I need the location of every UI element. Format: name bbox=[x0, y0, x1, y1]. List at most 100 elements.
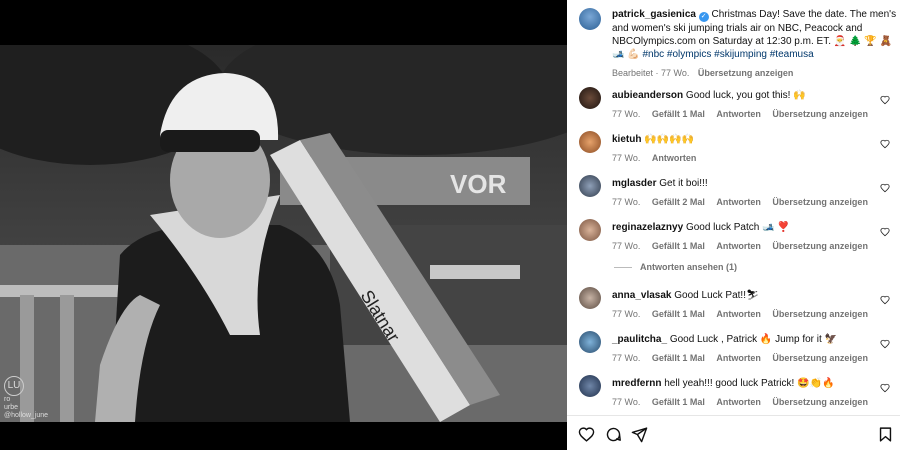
view-replies-button[interactable]: Antworten ansehen (1) bbox=[614, 262, 737, 272]
heart-icon[interactable] bbox=[880, 139, 890, 149]
post-media: VOR Slatnar LU ro urbe @hollow_june bbox=[0, 0, 567, 450]
comment-likes[interactable]: Gefällt 1 Mal bbox=[652, 241, 705, 251]
comment-time: 77 Wo. bbox=[612, 109, 641, 119]
post-translate-link[interactable]: Übersetzung anzeigen bbox=[698, 68, 794, 78]
photo-illustration: VOR Slatnar bbox=[0, 45, 567, 422]
post-meta: Bearbeitet · 77 Wo. Übersetzung anzeigen bbox=[612, 67, 897, 80]
banner-text: VOR bbox=[450, 169, 507, 199]
commenter-avatar[interactable] bbox=[579, 131, 601, 153]
commenter-avatar[interactable] bbox=[579, 175, 601, 197]
comment-likes[interactable]: Gefällt 1 Mal bbox=[652, 309, 705, 319]
post-caption: patrick_gasienica ✓ Christmas Day! Save … bbox=[612, 8, 897, 80]
comment-username[interactable]: kietuh bbox=[612, 134, 641, 145]
commenter-avatar[interactable] bbox=[579, 375, 601, 397]
comment-item: anna_vlasak Good Luck Pat!!⛷ 77 Wo. Gefä… bbox=[579, 287, 894, 323]
heart-icon[interactable] bbox=[880, 295, 890, 305]
replies-divider bbox=[614, 267, 632, 269]
commenter-avatar[interactable] bbox=[579, 331, 601, 353]
heart-icon[interactable] bbox=[880, 383, 890, 393]
comment-time: 77 Wo. bbox=[612, 197, 641, 207]
author-avatar[interactable] bbox=[579, 8, 601, 30]
commenter-avatar[interactable] bbox=[579, 87, 601, 109]
heart-icon[interactable] bbox=[880, 183, 890, 193]
comment-time: 77 Wo. bbox=[612, 309, 641, 319]
comment-text: hell yeah!!! good luck Patrick! 🤩👏🔥 bbox=[664, 378, 835, 389]
verified-badge-icon: ✓ bbox=[698, 12, 709, 22]
comment-body: reginazelaznyy Good luck Patch 🎿 ❣️ 77 W… bbox=[612, 221, 872, 253]
comment-translate-link[interactable]: Übersetzung anzeigen bbox=[772, 197, 868, 207]
comment-body: kietuh 🙌🙌🙌🙌 77 Wo. Antworten bbox=[612, 133, 872, 165]
comment-translate-link[interactable]: Übersetzung anzeigen bbox=[772, 397, 868, 407]
comment-reply-button[interactable]: Antworten bbox=[716, 309, 761, 319]
comment-translate-link[interactable]: Übersetzung anzeigen bbox=[772, 109, 868, 119]
comment-reply-button[interactable]: Antworten bbox=[716, 353, 761, 363]
comment-likes[interactable]: Gefällt 1 Mal bbox=[652, 397, 705, 407]
heart-icon[interactable] bbox=[578, 426, 595, 443]
commenter-avatar[interactable] bbox=[579, 287, 601, 309]
comment-body: aubieanderson Good luck, you got this! 🙌… bbox=[612, 89, 872, 121]
comment-reply-button[interactable]: Antworten bbox=[716, 241, 761, 251]
post-photo[interactable]: VOR Slatnar LU ro urbe @hollow_june bbox=[0, 45, 567, 422]
comment-text: Good luck, you got this! 🙌 bbox=[685, 90, 806, 101]
comment-item: kietuh 🙌🙌🙌🙌 77 Wo. Antworten bbox=[579, 131, 894, 167]
comment-username[interactable]: aubieanderson bbox=[612, 90, 683, 101]
heart-icon[interactable] bbox=[880, 95, 890, 105]
comment-item: reginazelaznyy Good luck Patch 🎿 ❣️ 77 W… bbox=[579, 219, 894, 255]
post-edited-time: Bearbeitet · 77 Wo. bbox=[612, 68, 690, 78]
comment-text: Get it boi!!! bbox=[659, 178, 708, 189]
watermark-logo: LU bbox=[4, 376, 24, 396]
share-icon[interactable] bbox=[631, 426, 648, 443]
comment-item: aubieanderson Good luck, you got this! 🙌… bbox=[579, 87, 894, 123]
comment-time: 77 Wo. bbox=[612, 397, 641, 407]
comment-text: Good Luck Pat!!⛷ bbox=[674, 290, 759, 301]
watermark-text2: urbe bbox=[4, 404, 19, 411]
comment-username[interactable]: _paulitcha_ bbox=[612, 334, 667, 345]
comment-text: Good Luck , Patrick 🔥 Jump for it 🦅 bbox=[669, 334, 837, 345]
heart-icon[interactable] bbox=[880, 339, 890, 349]
comment-likes[interactable]: Gefällt 1 Mal bbox=[652, 353, 705, 363]
caption-hashtags[interactable]: 🎿 💪🏻 #nbc #olympics #skijumping #teamusa bbox=[612, 48, 897, 61]
watermark-handle: @hollow_june bbox=[4, 412, 49, 419]
comment-reply-button[interactable]: Antworten bbox=[716, 397, 761, 407]
comment-item: mglasder Get it boi!!! 77 Wo. Gefällt 2 … bbox=[579, 175, 894, 211]
bookmark-icon[interactable] bbox=[877, 426, 894, 443]
heart-icon[interactable] bbox=[880, 227, 890, 237]
comment-likes[interactable]: Gefällt 1 Mal bbox=[652, 109, 705, 119]
comment-translate-link[interactable]: Übersetzung anzeigen bbox=[772, 241, 868, 251]
comment-time: 77 Wo. bbox=[612, 241, 641, 251]
comment-meta: 77 Wo. Gefällt 1 Mal Antworten Übersetzu… bbox=[612, 352, 872, 365]
comment-translate-link[interactable]: Übersetzung anzeigen bbox=[772, 353, 868, 363]
comment-translate-link[interactable]: Übersetzung anzeigen bbox=[772, 309, 868, 319]
author-username[interactable]: patrick_gasienica bbox=[612, 9, 696, 20]
comment-username[interactable]: mglasder bbox=[612, 178, 656, 189]
comment-body: _paulitcha_ Good Luck , Patrick 🔥 Jump f… bbox=[612, 333, 872, 365]
watermark-text1: ro bbox=[4, 396, 11, 403]
comment-time: 77 Wo. bbox=[612, 353, 641, 363]
comment-username[interactable]: anna_vlasak bbox=[612, 290, 672, 301]
comment-icon[interactable] bbox=[605, 426, 622, 443]
comment-item: _paulitcha_ Good Luck , Patrick 🔥 Jump f… bbox=[579, 331, 894, 367]
comment-item: mredfernn hell yeah!!! good luck Patrick… bbox=[579, 375, 894, 411]
comment-username[interactable]: mredfernn bbox=[612, 378, 661, 389]
commenter-avatar[interactable] bbox=[579, 219, 601, 241]
comment-meta: 77 Wo. Antworten bbox=[612, 152, 872, 165]
view-replies-label[interactable]: Antworten ansehen (1) bbox=[640, 262, 737, 272]
comment-meta: 77 Wo. Gefällt 2 Mal Antworten Übersetzu… bbox=[612, 196, 872, 209]
comment-reply-button[interactable]: Antworten bbox=[652, 153, 697, 163]
comment-meta: 77 Wo. Gefällt 1 Mal Antworten Übersetzu… bbox=[612, 308, 872, 321]
watermark: LU ro urbe @hollow_june bbox=[4, 376, 48, 420]
comment-text: 🙌🙌🙌🙌 bbox=[644, 134, 695, 145]
comment-body: mglasder Get it boi!!! 77 Wo. Gefällt 2 … bbox=[612, 177, 872, 209]
comment-username[interactable]: reginazelaznyy bbox=[612, 222, 683, 233]
comment-likes[interactable]: Gefällt 2 Mal bbox=[652, 197, 705, 207]
comment-text: Good luck Patch 🎿 ❣️ bbox=[685, 222, 790, 233]
comment-meta: 77 Wo. Gefällt 1 Mal Antworten Übersetzu… bbox=[612, 396, 872, 409]
post-action-bar bbox=[567, 415, 900, 450]
comment-meta: 77 Wo. Gefällt 1 Mal Antworten Übersetzu… bbox=[612, 108, 872, 121]
comment-time: 77 Wo. bbox=[612, 153, 641, 163]
comment-body: mredfernn hell yeah!!! good luck Patrick… bbox=[612, 377, 872, 409]
comment-reply-button[interactable]: Antworten bbox=[716, 197, 761, 207]
comment-body: anna_vlasak Good Luck Pat!!⛷ 77 Wo. Gefä… bbox=[612, 289, 872, 321]
comments-panel: patrick_gasienica ✓ Christmas Day! Save … bbox=[567, 0, 900, 450]
comment-reply-button[interactable]: Antworten bbox=[716, 109, 761, 119]
